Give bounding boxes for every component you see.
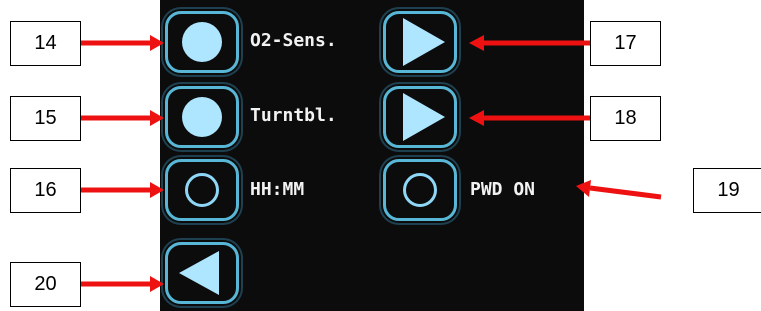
callout-arrows — [81, 35, 662, 292]
arrow-14-head — [150, 35, 164, 51]
arrow-19 — [589, 185, 662, 200]
arrow-16-head — [150, 182, 164, 198]
arrow-18-head — [469, 110, 484, 126]
arrow-17-head — [469, 35, 484, 51]
arrow-20-head — [150, 276, 164, 292]
arrow-19-head — [576, 180, 591, 197]
arrow-15-head — [150, 110, 164, 126]
